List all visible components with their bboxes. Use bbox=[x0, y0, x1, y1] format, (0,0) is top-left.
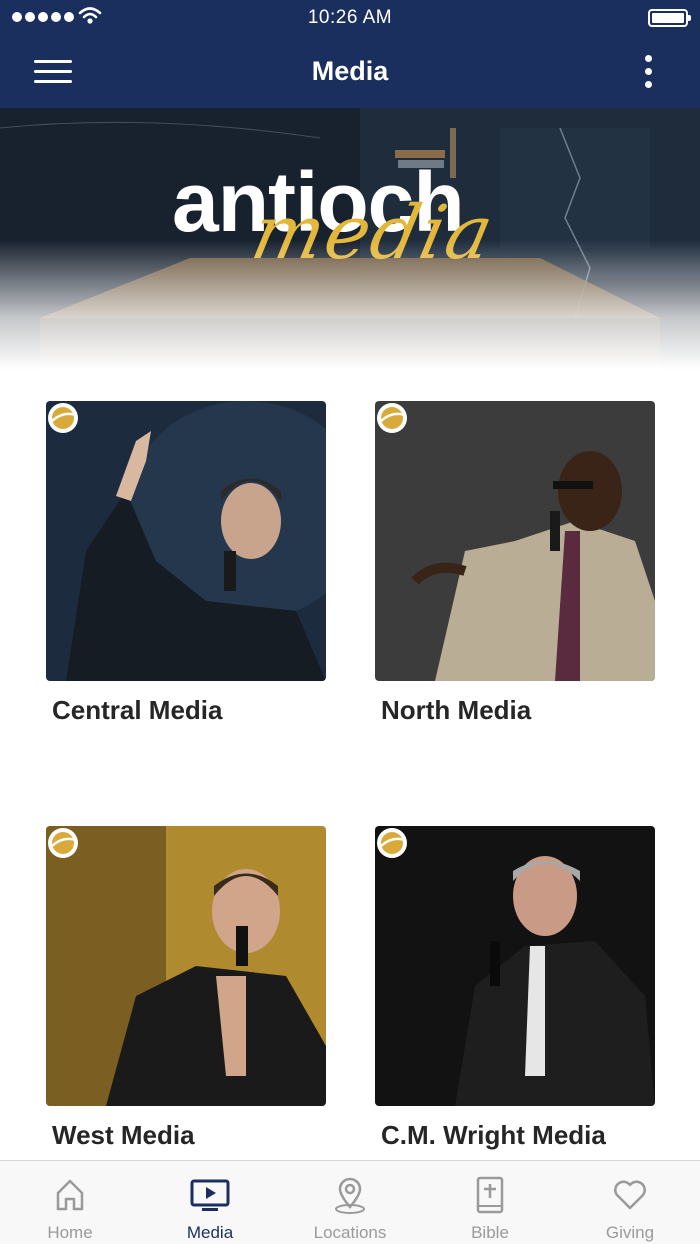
page-title: Media bbox=[311, 56, 389, 86]
antioch-media-banner: antioch media bbox=[0, 108, 700, 370]
media-card-label: C.M. Wright Media bbox=[381, 1120, 606, 1150]
media-card-label: North Media bbox=[381, 695, 532, 725]
battery-icon bbox=[648, 9, 691, 27]
bible-icon bbox=[476, 1176, 504, 1214]
preacher-photo bbox=[375, 826, 655, 1106]
status-bar: 10:26 AM bbox=[0, 0, 700, 36]
media-thumbnail bbox=[375, 401, 655, 681]
tab-label: Media bbox=[186, 1223, 234, 1242]
media-card-north[interactable]: North Media bbox=[375, 401, 655, 725]
media-card-central[interactable]: Central Media bbox=[46, 401, 326, 725]
heart-icon bbox=[614, 1180, 646, 1210]
preacher-photo bbox=[46, 826, 326, 1106]
tab-label: Home bbox=[47, 1223, 93, 1242]
tab-giving[interactable]: Giving bbox=[560, 1161, 700, 1244]
media-card-west[interactable]: West Media bbox=[46, 826, 326, 1150]
bottom-tab-bar: Home Media Locations Bible Giving bbox=[0, 1160, 700, 1244]
navigation-bar: Media bbox=[0, 36, 700, 108]
antioch-logo-icon bbox=[377, 828, 407, 858]
media-thumbnail bbox=[375, 826, 655, 1106]
tab-media[interactable]: Media bbox=[140, 1161, 280, 1244]
media-card-label: Central Media bbox=[52, 695, 223, 725]
tab-label: Giving bbox=[605, 1223, 655, 1242]
media-card-cm-wright[interactable]: C.M. Wright Media bbox=[375, 826, 655, 1150]
media-thumbnail bbox=[46, 401, 326, 681]
tab-bible[interactable]: Bible bbox=[420, 1161, 560, 1244]
antioch-logo-icon bbox=[377, 403, 407, 433]
preacher-photo bbox=[375, 401, 655, 681]
preacher-photo bbox=[46, 401, 326, 681]
tab-locations[interactable]: Locations bbox=[280, 1161, 420, 1244]
more-options-icon[interactable] bbox=[642, 54, 656, 90]
media-card-label: West Media bbox=[52, 1120, 195, 1150]
media-thumbnail bbox=[46, 826, 326, 1106]
tab-home[interactable]: Home bbox=[0, 1161, 140, 1244]
antioch-logo-icon bbox=[48, 828, 78, 858]
status-time: 10:26 AM bbox=[307, 7, 393, 28]
antioch-logo-icon bbox=[48, 403, 78, 433]
tab-label: Locations bbox=[313, 1223, 387, 1242]
location-pin-icon bbox=[335, 1177, 365, 1214]
tv-play-icon bbox=[190, 1179, 230, 1211]
tab-label: Bible bbox=[471, 1223, 509, 1242]
home-icon bbox=[56, 1179, 84, 1211]
